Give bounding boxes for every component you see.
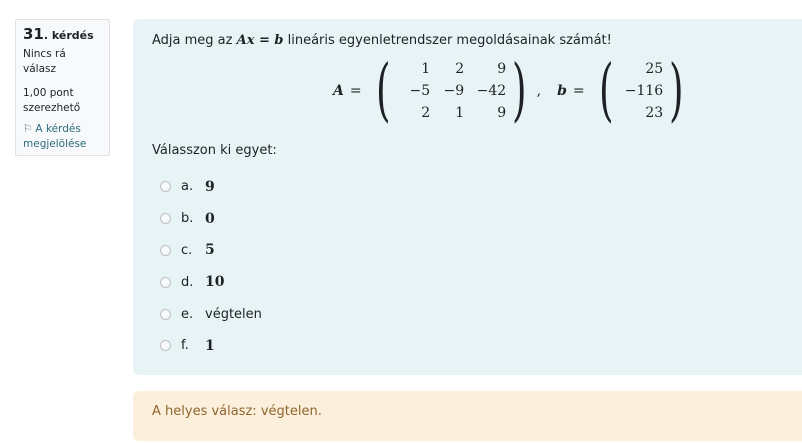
question-text-after: lineáris egyenletrendszer megoldásainak … xyxy=(287,33,612,48)
matrix-a-cell: 2 xyxy=(421,105,431,121)
answer-letter: e. xyxy=(181,306,194,322)
matrix-equation: A = ( 1 2 9 −5 −9 −42 2 1 9 ) , b = ( 25… xyxy=(333,57,690,125)
answer-list: a. 9 b. 0 c. 5 d. 10 e. végtelen f. 1 xyxy=(160,171,262,362)
equals-sign: = xyxy=(349,83,362,99)
question-number-value: 31 xyxy=(23,25,44,43)
flag-question-label: A kérdés megjelölése xyxy=(23,123,87,150)
answer-option[interactable]: e. végtelen xyxy=(160,298,262,330)
answer-option[interactable]: b. 0 xyxy=(160,203,262,235)
question-formulation: Adja meg az Ax = b lineáris egyenletrend… xyxy=(133,19,802,375)
vector-b-grid: 25 −116 23 xyxy=(619,60,663,122)
answer-value: 9 xyxy=(205,178,215,195)
answer-option[interactable]: a. 9 xyxy=(160,171,262,203)
answer-value: végtelen xyxy=(205,306,262,322)
radio-button[interactable] xyxy=(160,308,171,320)
answer-prompt: Válasszon ki egyet: xyxy=(152,143,277,158)
question-grade: 1,00 pont szerezhető xyxy=(23,87,81,114)
vector-b: ( 25 −116 23 ) xyxy=(593,57,690,125)
vector-b-cell: 25 xyxy=(645,61,664,77)
radio-button[interactable] xyxy=(160,340,171,352)
question-state: Nincs rá válasz xyxy=(23,48,66,75)
answer-letter: c. xyxy=(181,242,193,258)
matrix-a-grid: 1 2 9 −5 −9 −42 2 1 9 xyxy=(396,60,507,122)
matrix-a-cell: −9 xyxy=(443,83,465,99)
left-paren: ( xyxy=(375,51,391,130)
vector-b-name: b xyxy=(557,83,567,99)
matrix-a-cell: −42 xyxy=(476,83,507,99)
left-paren: ( xyxy=(598,51,614,130)
matrix-a-cell: −5 xyxy=(409,83,431,99)
matrix-a-cell: 1 xyxy=(455,105,465,121)
radio-button[interactable] xyxy=(160,181,171,193)
question-text-before: Adja meg az xyxy=(152,33,233,48)
radio-button[interactable] xyxy=(160,276,171,288)
matrix-a-cell: 2 xyxy=(455,61,465,77)
answer-option[interactable]: d. 10 xyxy=(160,266,262,298)
matrix-a-cell: 9 xyxy=(497,61,507,77)
question-number-label: . kérdés xyxy=(43,29,94,42)
flag-icon: ⚐ xyxy=(23,123,33,135)
answer-option[interactable]: f. 1 xyxy=(160,330,262,362)
matrix-a: ( 1 2 9 −5 −9 −42 2 1 9 ) xyxy=(370,57,533,125)
vector-b-cell: 23 xyxy=(645,105,664,121)
answer-letter: d. xyxy=(181,274,194,290)
flag-question-link[interactable]: ⚐ A kérdés megjelölése xyxy=(23,122,102,152)
correct-answer-feedback: A helyes válasz: végtelen. xyxy=(133,391,802,441)
answer-letter: b. xyxy=(181,211,194,227)
answer-value: 0 xyxy=(205,210,215,227)
comma: , xyxy=(536,83,542,99)
vector-b-cell: −116 xyxy=(624,83,664,99)
question-info: 31. kérdés Nincs rá válasz 1,00 pont sze… xyxy=(15,19,110,156)
answer-value: 5 xyxy=(205,242,215,259)
radio-button[interactable] xyxy=(160,213,171,225)
equals-sign: = xyxy=(572,83,585,99)
matrix-a-cell: 1 xyxy=(421,61,431,77)
answer-value: 10 xyxy=(205,274,225,291)
question-number: 31. kérdés xyxy=(23,27,102,44)
radio-button[interactable] xyxy=(160,244,171,256)
matrix-a-name: A xyxy=(333,83,344,99)
answer-value: 1 xyxy=(205,337,215,354)
correct-answer-text: A helyes válasz: végtelen. xyxy=(152,404,322,419)
answer-option[interactable]: c. 5 xyxy=(160,235,262,267)
right-paren: ) xyxy=(669,51,684,130)
answer-letter: f. xyxy=(181,338,189,354)
question-text: Adja meg az Ax = b lineáris egyenletrend… xyxy=(152,32,783,49)
answer-letter: a. xyxy=(181,179,194,195)
right-paren: ) xyxy=(512,51,527,130)
question-inline-math: Ax = b xyxy=(236,33,284,48)
matrix-a-cell: 9 xyxy=(497,105,507,121)
